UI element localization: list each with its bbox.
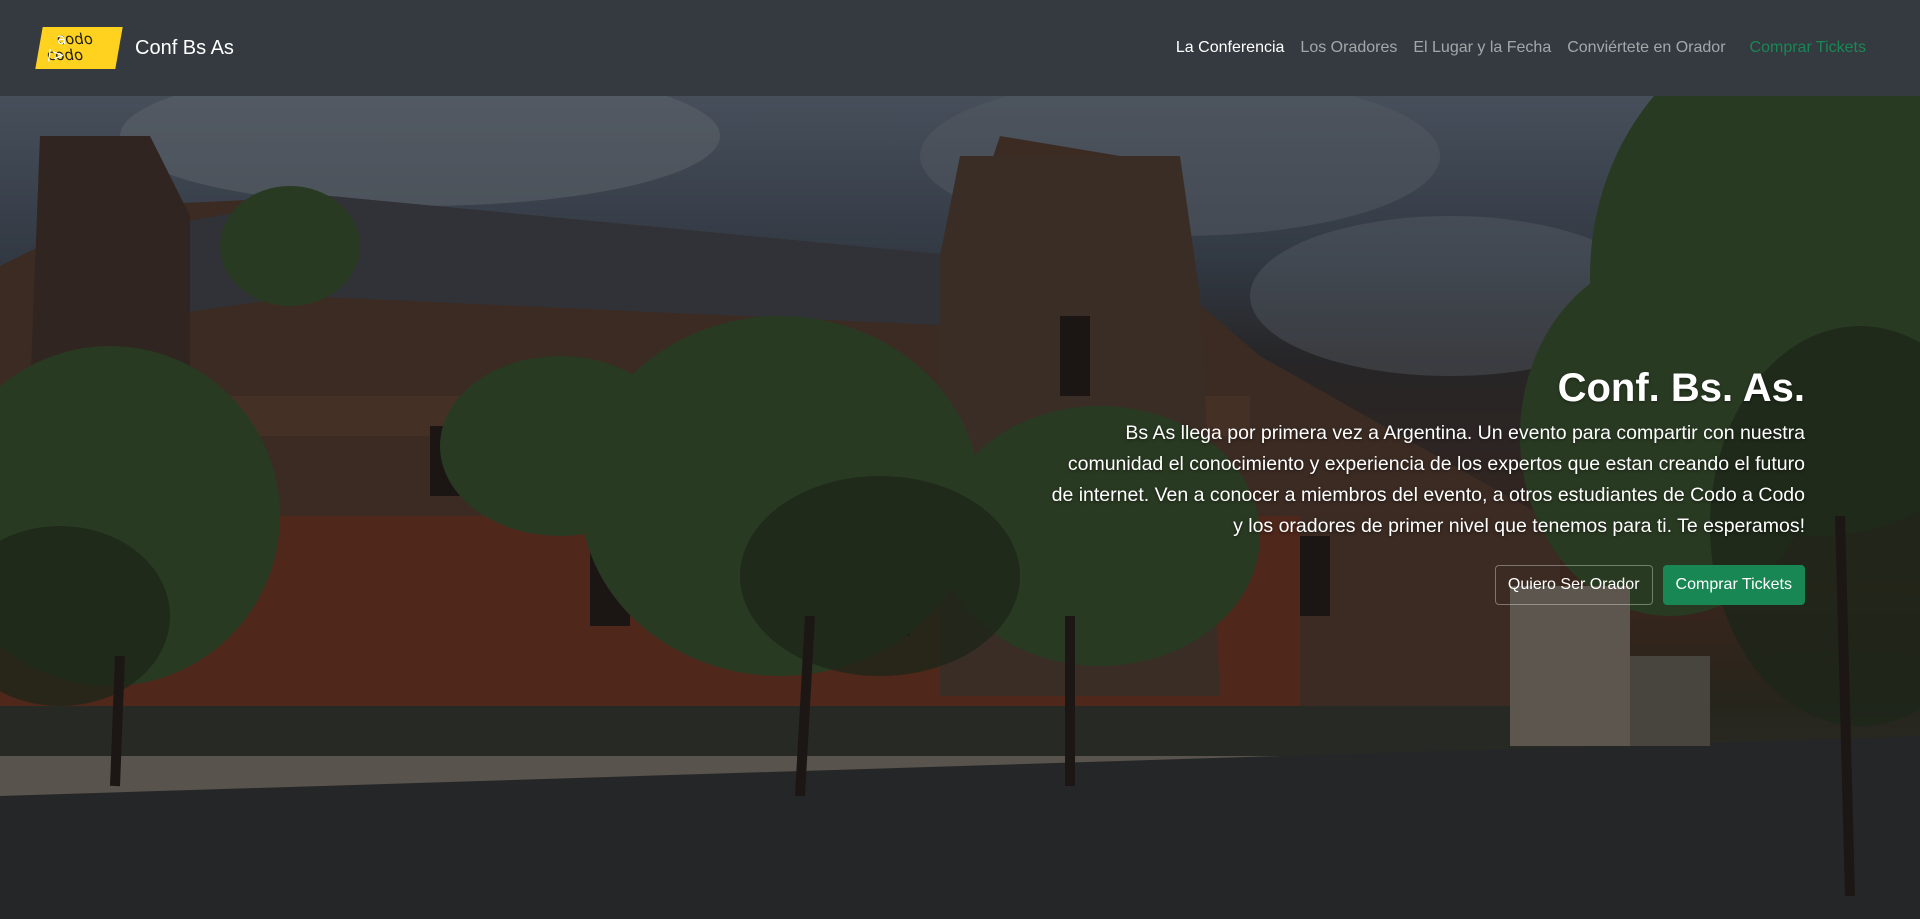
navbar: codo a codo/> Conf Bs As La Conferencia L… <box>0 0 1920 96</box>
codo-a-codo-logo: codo a codo/> <box>35 27 123 69</box>
nav-comprar-tickets[interactable]: Comprar Tickets <box>1742 31 1874 65</box>
nav-los-oradores[interactable]: Los Oradores <box>1292 31 1405 65</box>
nav-convertite-orador[interactable]: Conviértete en Orador <box>1559 31 1733 65</box>
quiero-ser-orador-button[interactable]: Quiero Ser Orador <box>1494 565 1653 605</box>
nav-la-conferencia[interactable]: La Conferencia <box>1168 31 1293 65</box>
comprar-tickets-button[interactable]: Comprar Tickets <box>1662 565 1805 605</box>
hero-buttons: Quiero Ser Orador Comprar Tickets <box>1045 565 1805 605</box>
hero-title: Conf. Bs. As. <box>1557 366 1805 410</box>
nav-menu: La Conferencia Los Oradores El Lugar y l… <box>1168 31 1874 65</box>
brand-name: Conf Bs As <box>135 36 234 59</box>
nav-lugar-fecha[interactable]: El Lugar y la Fecha <box>1405 31 1559 65</box>
hero-description: Bs As llega por primera vez a Argentina.… <box>1051 422 1805 537</box>
hero-content: Conf. Bs. As. Bs As llega por primera ve… <box>1045 364 1805 605</box>
brand-link[interactable]: codo a codo/> Conf Bs As <box>35 27 234 69</box>
hero-section: Conf. Bs. As. Bs As llega por primera ve… <box>0 96 1920 919</box>
